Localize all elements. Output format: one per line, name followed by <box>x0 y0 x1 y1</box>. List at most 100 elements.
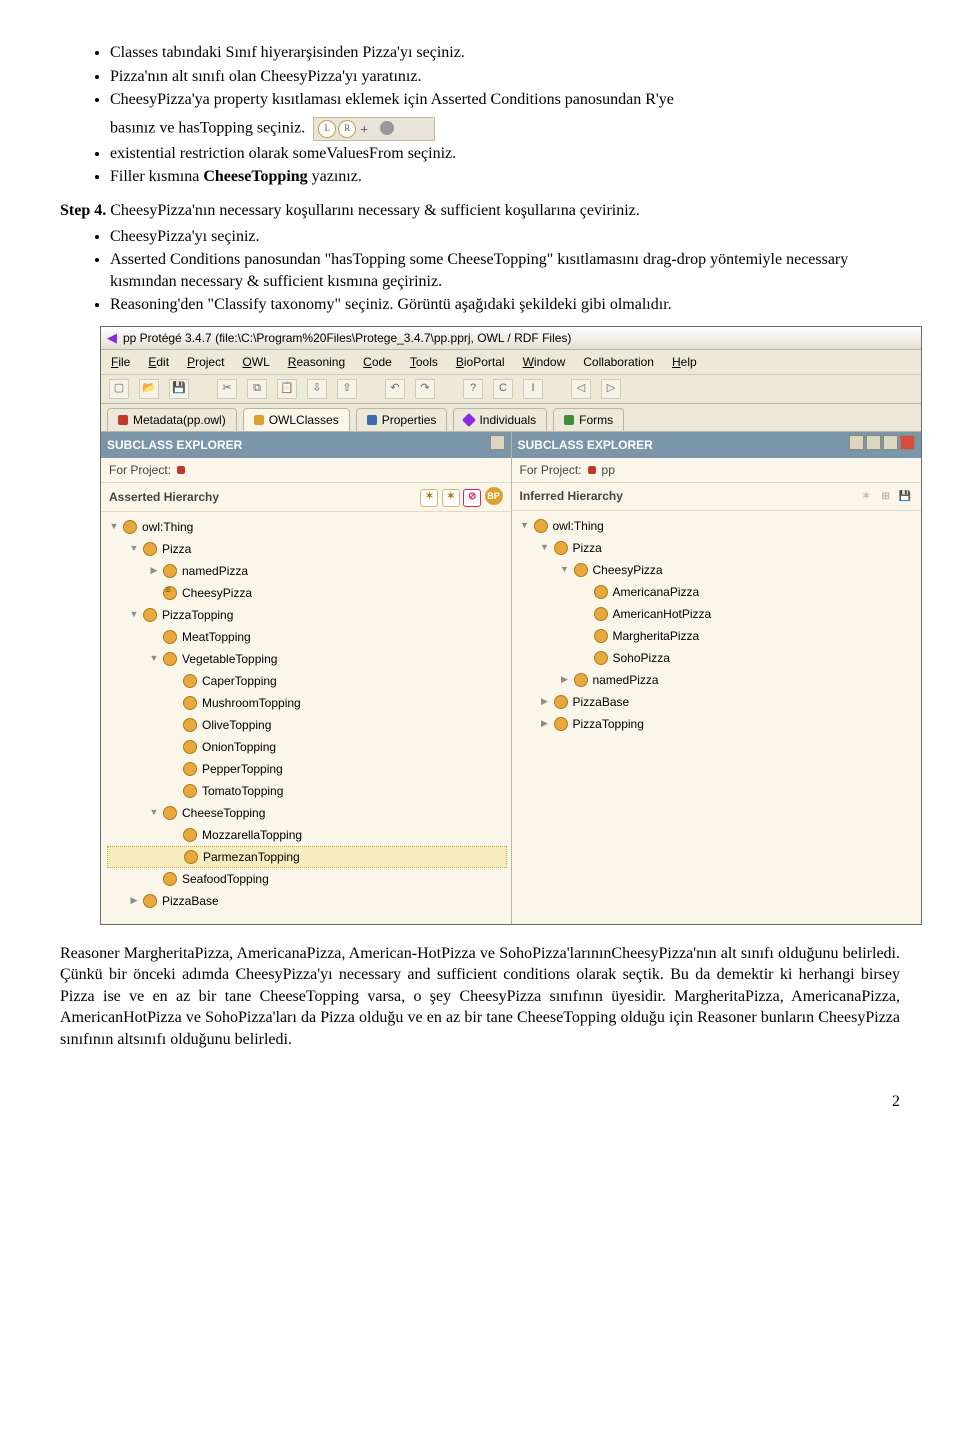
hierarchy-header-right: Inferred Hierarchy ✶ ⊞ 💾 <box>512 483 922 511</box>
save-inferred-icon[interactable]: 💾 <box>897 490 913 506</box>
expand-icon[interactable] <box>558 562 572 577</box>
menu-help[interactable]: Help <box>672 354 697 370</box>
class-icon <box>163 652 177 666</box>
tree-node[interactable]: MushroomTopping <box>107 692 507 714</box>
menu-bioportal[interactable]: BioPortal <box>456 354 505 370</box>
collapse-icon[interactable] <box>558 672 572 687</box>
collapse-icon[interactable] <box>147 563 161 578</box>
expand-icon[interactable] <box>518 518 532 533</box>
hierarchy-buttons[interactable]: ✶ ✶ ⊘ BP <box>420 487 502 507</box>
menu-edit[interactable]: Edit <box>148 354 169 370</box>
tree-node[interactable]: CheeseTopping <box>107 802 507 824</box>
menu-tools[interactable]: Tools <box>410 354 438 370</box>
save-icon[interactable]: 💾 <box>169 379 189 399</box>
tree-node[interactable]: ParmezanTopping <box>107 846 507 868</box>
tab-forms[interactable]: Forms <box>553 408 624 431</box>
expand-icon[interactable] <box>147 805 161 820</box>
tree-node[interactable]: PepperTopping <box>107 758 507 780</box>
left-pane: SUBCLASS EXPLORER For Project: Asserted … <box>101 432 512 923</box>
tree-node[interactable]: MozzarellaTopping <box>107 824 507 846</box>
menu-collab[interactable]: Collaboration <box>583 354 654 370</box>
class-icon <box>123 520 137 534</box>
tree-node[interactable]: CheesyPizza <box>518 559 918 581</box>
tree-node[interactable]: owl:Thing <box>518 515 918 537</box>
tree-node[interactable]: PizzaTopping <box>518 713 918 735</box>
archive2-icon[interactable]: ⇧ <box>337 379 357 399</box>
prev-icon[interactable]: ◁ <box>571 379 591 399</box>
project-label: For Project: <box>520 462 582 478</box>
tab-icon <box>564 415 574 425</box>
tree-node[interactable]: PizzaBase <box>518 691 918 713</box>
tree-node[interactable]: CheesyPizza <box>107 582 507 604</box>
tree-node[interactable]: MargheritaPizza <box>518 625 918 647</box>
pane-buttons[interactable] <box>488 435 505 454</box>
tree-node[interactable]: PizzaTopping <box>107 604 507 626</box>
collapse-icon[interactable] <box>127 893 141 908</box>
paste-icon[interactable]: 📋 <box>277 379 297 399</box>
bioportal-icon[interactable]: BP <box>485 487 503 505</box>
delete-icon[interactable]: ⊘ <box>463 489 481 507</box>
tab-properties[interactable]: Properties <box>356 408 448 431</box>
pane-buttons[interactable] <box>847 435 915 454</box>
menu-file[interactable]: File <box>111 354 130 370</box>
new-icon[interactable]: ▢ <box>109 379 129 399</box>
menubar[interactable]: File Edit Project OWL Reasoning Code Too… <box>101 350 921 375</box>
menu-window[interactable]: Window <box>523 354 566 370</box>
help-icon[interactable]: ? <box>463 379 483 399</box>
tree-node[interactable]: SeafoodTopping <box>107 868 507 890</box>
expand-icon[interactable] <box>538 540 552 555</box>
tree-node[interactable]: TomatoTopping <box>107 780 507 802</box>
tree-node[interactable]: Pizza <box>518 537 918 559</box>
redo-icon[interactable]: ↷ <box>415 379 435 399</box>
undo-icon[interactable]: ↶ <box>385 379 405 399</box>
collapse-icon[interactable] <box>538 716 552 731</box>
cls-icon[interactable]: C <box>493 379 513 399</box>
tree-node[interactable]: OliveTopping <box>107 714 507 736</box>
expand-icon[interactable] <box>147 651 161 666</box>
text: basınız ve hasTopping seçiniz. <box>110 119 305 136</box>
next-icon[interactable]: ▷ <box>601 379 621 399</box>
asserted-tree[interactable]: owl:ThingPizzanamedPizzaCheesyPizzaPizza… <box>101 512 511 916</box>
tree-node[interactable]: owl:Thing <box>107 516 507 538</box>
collapse-icon[interactable] <box>538 694 552 709</box>
open-icon[interactable]: 📂 <box>139 379 159 399</box>
tree-node[interactable]: AmericanHotPizza <box>518 603 918 625</box>
cut-icon[interactable]: ✂ <box>217 379 237 399</box>
tree-label: namedPizza <box>182 563 248 579</box>
expand-icon[interactable] <box>107 519 121 534</box>
tree-label: Pizza <box>162 541 191 557</box>
hierarchy-buttons[interactable]: ✶ ⊞ 💾 <box>858 487 913 506</box>
inferred-tree[interactable]: owl:ThingPizzaCheesyPizzaAmericanaPizza A… <box>512 511 922 739</box>
tab-owlclasses[interactable]: OWLClasses <box>243 408 350 431</box>
tree-node[interactable]: VegetableTopping <box>107 648 507 670</box>
tab-icon <box>118 415 128 425</box>
tab-label: Forms <box>579 412 613 428</box>
tab-metadata(pp.owl)[interactable]: Metadata(pp.owl) <box>107 408 237 431</box>
tree-node[interactable]: namedPizza <box>107 560 507 582</box>
create-sib-icon[interactable]: ✶ <box>442 489 460 507</box>
tree-label: AmericanHotPizza <box>613 606 712 622</box>
menu-code[interactable]: Code <box>363 354 392 370</box>
tree-node[interactable]: PizzaBase <box>107 890 507 912</box>
class-icon <box>574 673 588 687</box>
create-sub-icon[interactable]: ✶ <box>420 489 438 507</box>
tree-label: PizzaTopping <box>573 716 644 732</box>
class-icon <box>183 828 197 842</box>
tree-node[interactable]: SohoPizza <box>518 647 918 669</box>
archive-icon[interactable]: ⇩ <box>307 379 327 399</box>
menu-project[interactable]: Project <box>187 354 224 370</box>
copy-icon[interactable]: ⧉ <box>247 379 267 399</box>
tree-node[interactable]: OnionTopping <box>107 736 507 758</box>
class-icon <box>163 564 177 578</box>
expand-icon[interactable] <box>127 541 141 556</box>
tree-node[interactable]: namedPizza <box>518 669 918 691</box>
tab-individuals[interactable]: Individuals <box>453 408 547 431</box>
tree-node[interactable]: Pizza <box>107 538 507 560</box>
inst-icon[interactable]: I <box>523 379 543 399</box>
menu-reasoning[interactable]: Reasoning <box>288 354 345 370</box>
expand-icon[interactable] <box>127 607 141 622</box>
tree-node[interactable]: AmericanaPizza <box>518 581 918 603</box>
menu-owl[interactable]: OWL <box>242 354 269 370</box>
tree-node[interactable]: MeatTopping <box>107 626 507 648</box>
tree-node[interactable]: CaperTopping <box>107 670 507 692</box>
